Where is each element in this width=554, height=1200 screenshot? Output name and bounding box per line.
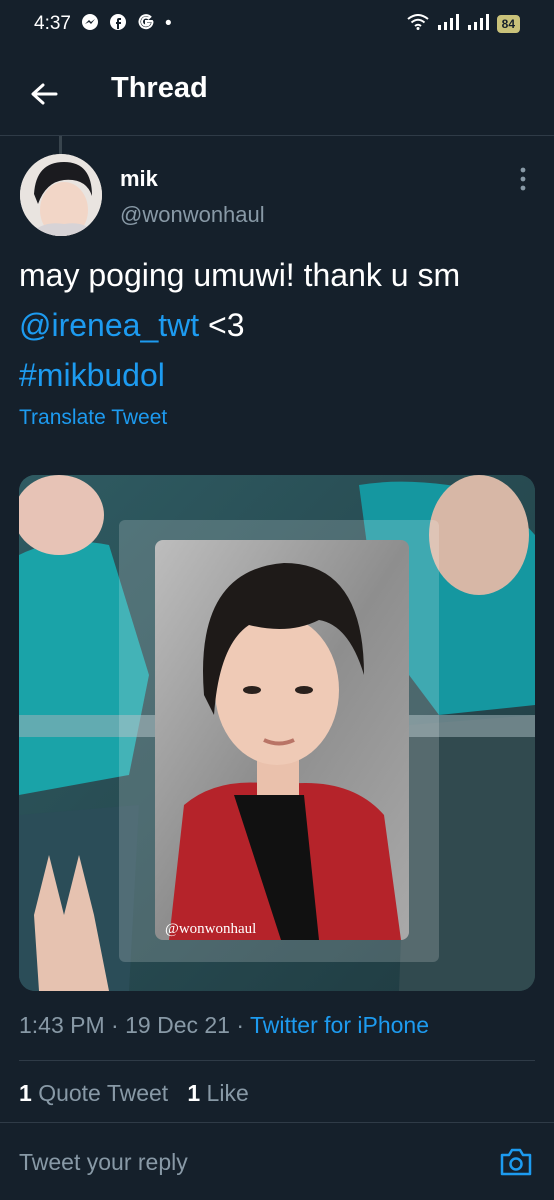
status-bar: 4:37 • 84: [0, 0, 554, 48]
like-label: Like: [206, 1080, 249, 1106]
messenger-icon: [81, 13, 99, 36]
hashtag-link[interactable]: #mikbudol: [19, 357, 165, 393]
mention-link[interactable]: @irenea_twt: [19, 307, 199, 343]
status-right: 84: [407, 14, 520, 34]
reply-input[interactable]: Tweet your reply: [19, 1149, 188, 1176]
divider: [19, 1060, 535, 1061]
top-app-bar: Thread: [0, 48, 554, 136]
status-dot: •: [164, 13, 172, 34]
meta-separator: ·: [236, 1012, 245, 1038]
tweet-time: 1:43 PM: [19, 1012, 105, 1038]
tweet-source-link[interactable]: Twitter for iPhone: [250, 1012, 429, 1038]
quote-count: 1: [19, 1080, 32, 1106]
more-options-icon[interactable]: [513, 164, 533, 194]
author-handle[interactable]: @wonwonhaul: [120, 202, 265, 228]
google-icon: [137, 13, 155, 36]
status-time: 4:37: [34, 13, 71, 34]
camera-icon[interactable]: [499, 1147, 533, 1177]
like-count: 1: [187, 1080, 201, 1106]
tweet-date: 19 Dec 21: [125, 1012, 230, 1038]
quote-tweet-stat[interactable]: 1 Quote Tweet: [19, 1080, 168, 1106]
page-title: Thread: [111, 72, 208, 104]
tweet-stats: 1 Quote Tweet 1 Like: [19, 1080, 249, 1107]
tweet-text-part: may poging umuwi! thank u sm: [19, 257, 461, 293]
facebook-icon: [109, 13, 127, 36]
like-stat[interactable]: 1 Like: [187, 1080, 248, 1106]
translate-tweet-link[interactable]: Translate Tweet: [19, 406, 167, 430]
signal-icon: [467, 14, 489, 34]
status-left: 4:37 •: [34, 13, 172, 36]
thread-connector-line: [59, 136, 62, 156]
quote-label: Quote Tweet: [38, 1080, 169, 1106]
signal-icon: [437, 14, 459, 34]
tweet-photo[interactable]: @wonwonhaul: [19, 475, 535, 991]
wifi-icon: [407, 14, 429, 34]
back-arrow-icon[interactable]: [26, 76, 62, 112]
tweet-text-part: <3: [199, 307, 245, 343]
battery-indicator: 84: [496, 15, 520, 33]
avatar[interactable]: [20, 154, 102, 236]
photo-watermark-text: @wonwonhaul: [165, 921, 256, 937]
meta-separator: ·: [111, 1012, 119, 1038]
tweet-meta: 1:43 PM · 19 Dec 21 · Twitter for iPhone: [19, 1012, 429, 1039]
tweet-text: may poging umuwi! thank u sm @irenea_twt…: [19, 250, 539, 400]
reply-bar: Tweet your reply: [0, 1122, 554, 1200]
author-name[interactable]: mik: [120, 166, 158, 192]
